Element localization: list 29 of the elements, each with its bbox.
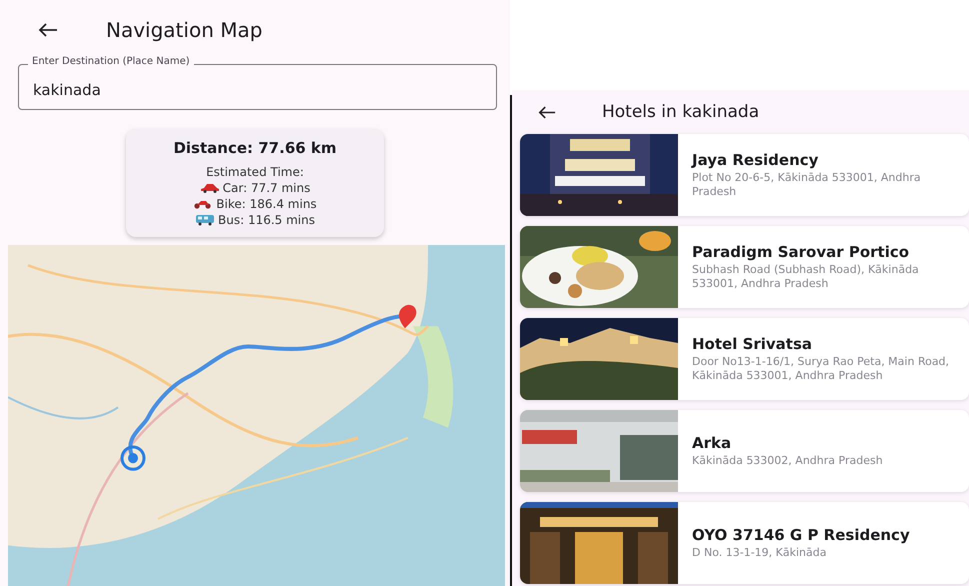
travel-time-text: Bike: 186.4 mins: [216, 196, 317, 212]
hotel-card[interactable]: OYO 37146 G P Residency D No. 13-1-19, Kākināda: [520, 502, 969, 584]
hotel-address: Door No13-1-16/1, Surya Rao Peta, Main Road, Kākināda 533001, Andhra Pradesh: [692, 355, 950, 383]
hotel-card[interactable]: Arka Kākināda 533002, Andhra Pradesh: [520, 410, 969, 492]
hotel-card[interactable]: Hotel Srivatsa Door No13-1-16/1, Surya Rao Peta, Main Road, Kākināda 533001, Andhra Pradesh: [520, 318, 969, 400]
destination-field[interactable]: kakinada: [18, 64, 497, 110]
hotel-name: Jaya Residency: [692, 151, 820, 169]
hotel-name: Paradigm Sarovar Portico: [692, 243, 910, 261]
hotel-address: Subhash Road (Subhash Road), Kākināda 533001, Andhra Pradesh: [692, 263, 920, 291]
travel-time-text: Bus: 116.5 mins: [218, 212, 315, 228]
hotel-card[interactable]: Paradigm Sarovar Portico Subhash Road (Subhash Road), Kākināda 533001, Andhra Pradesh: [520, 226, 969, 308]
field-label: Enter Destination (Place Name): [28, 56, 194, 67]
hotel-name: OYO 37146 G P Residency: [692, 526, 911, 544]
back-icon: [538, 106, 556, 118]
motorcycle-icon: [193, 199, 214, 209]
screen-title: Hotels in kakinada: [602, 102, 760, 122]
hotel-card[interactable]: Jaya Residency Plot No 20-6-5, Kākināda 533001, Andhra Pradesh: [520, 134, 969, 216]
hotel-name: Hotel Srivatsa: [692, 335, 814, 353]
hotel-address: Plot No 20-6-5, Kākināda 533001, Andhra Pradesh: [692, 171, 922, 199]
hotel-address: Kākināda 533002, Andhra Pradesh: [692, 454, 884, 468]
back-icon: [38, 23, 58, 37]
bus-icon: [195, 214, 215, 226]
screen-title: Navigation Map: [106, 18, 262, 42]
hotel-name: Arka: [692, 434, 732, 452]
hotel-address: D No. 13-1-19, Kākināda: [692, 546, 828, 560]
distance-text: Distance: 77.66 km: [173, 139, 337, 157]
car-icon: [200, 183, 220, 193]
estimated-time-label: Estimated Time:: [206, 164, 304, 180]
travel-time-text: Car: 77.7 mins: [222, 180, 310, 196]
